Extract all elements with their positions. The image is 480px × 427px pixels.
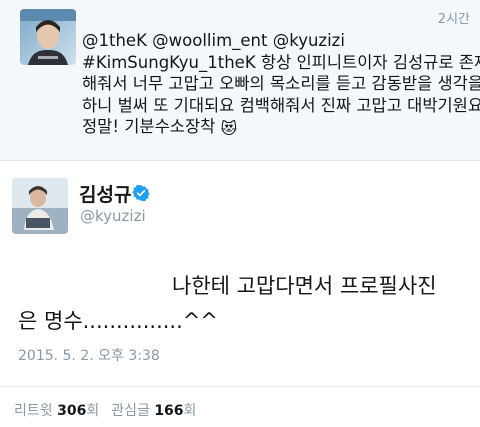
stats-divider: [0, 386, 480, 387]
retweet-stat[interactable]: 리트윗 306회: [14, 403, 99, 419]
reply-text-line: 하니 벌써 또 기대되요 컴백해줘서 진짜 고맙고 대박기원요: [82, 95, 480, 115]
reply-text-line-last: 정말! 기분수소장착 😻: [82, 116, 474, 140]
like-count: 166: [154, 403, 184, 419]
reply-text: @1theK @woollim_ent @kyuzizi #KimSungKyu…: [82, 30, 480, 140]
verified-badge-icon: [132, 184, 150, 202]
retweet-label: 리트윗: [14, 403, 53, 419]
reply-timestamp[interactable]: 2시간: [438, 8, 470, 27]
user-avatar-image: [12, 178, 68, 234]
tweet-stats: 리트윗 306회 관심글 166회: [14, 400, 196, 420]
reply-text-line: 정말! 기분수소장착: [82, 117, 216, 136]
like-label: 관심글: [111, 403, 150, 419]
reply-text-line: 해줘서 너무 고맙고 오빠의 목소리를 듣고 감동받을 생각을: [82, 74, 480, 93]
tweet-text-line: 은 명수...............^^: [18, 309, 218, 333]
reply-text-line: #KimSungKyu_1theK 항상 인피니트이자 김성규로 존재: [82, 52, 480, 72]
heart-eyes-cat-emoji-icon: 😻: [220, 119, 238, 138]
like-unit: 회: [183, 403, 197, 419]
retweet-unit: 회: [86, 403, 100, 419]
reply-tweet[interactable]: 2시간 @1theK @woollim_ent @kyuzizi #KimSun…: [0, 0, 480, 160]
reply-avatar[interactable]: [20, 9, 76, 65]
like-stat[interactable]: 관심글 166회: [111, 403, 196, 419]
reply-text-line: @1theK @woollim_ent @kyuzizi: [82, 31, 345, 50]
tweet-text-line: 나한테 고맙다면서 프로필사진: [172, 274, 437, 298]
tweet-timestamp[interactable]: 2015. 5. 2. 오후 3:38: [18, 345, 160, 365]
section-divider: [0, 160, 480, 161]
user-avatar[interactable]: [12, 178, 68, 234]
tweet-text: 나한테 고맙다면서 프로필사진 은 명수...............^^: [18, 269, 468, 339]
user-display-name[interactable]: 김성규: [79, 180, 131, 207]
reply-avatar-image: [20, 9, 76, 65]
retweet-count: 306: [57, 403, 87, 419]
user-handle[interactable]: @kyuzizi: [80, 207, 146, 225]
